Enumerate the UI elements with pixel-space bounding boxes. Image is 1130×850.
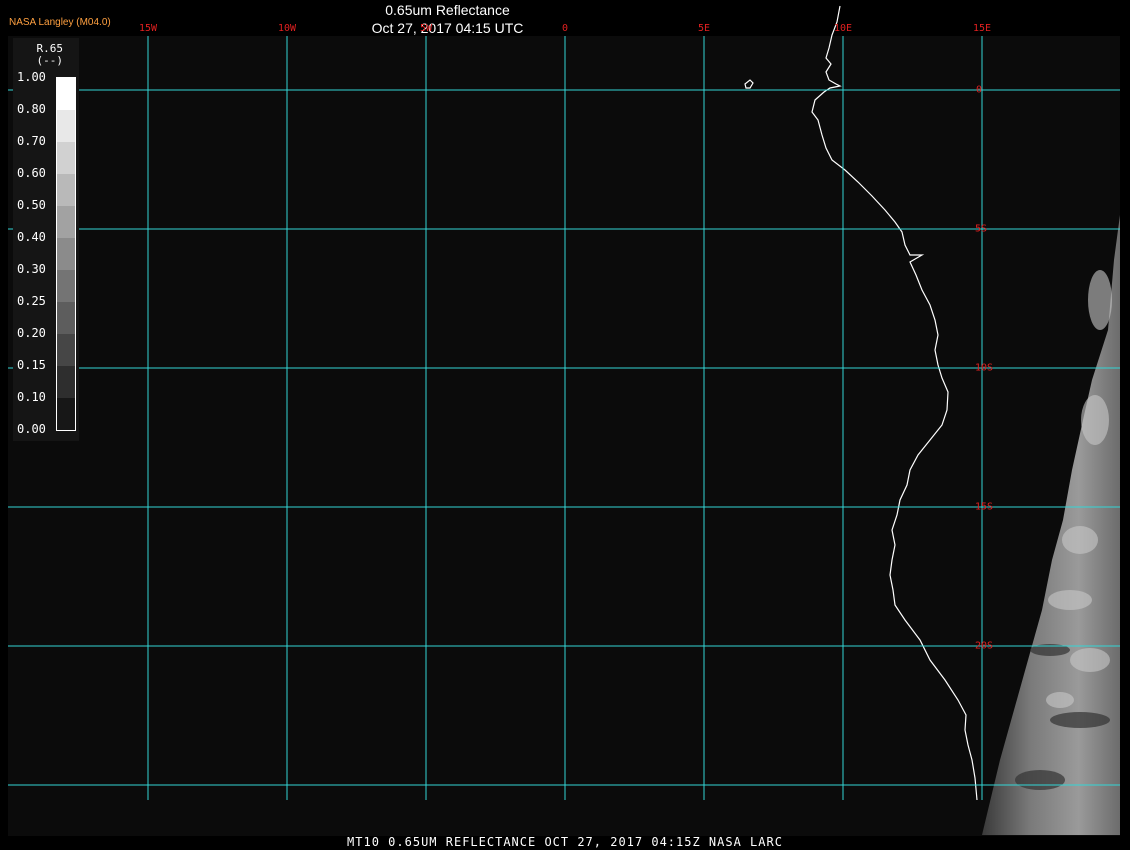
legend-swatch: [57, 398, 75, 430]
satellite-map: [0, 0, 1130, 850]
legend-tick-label: 0.60: [17, 166, 46, 180]
legend-swatch: [57, 334, 75, 366]
legend-tick-label: 0.25: [17, 294, 46, 308]
legend-tick-label: 0.50: [17, 198, 46, 212]
longitude-label: 15E: [972, 23, 992, 34]
longitude-label: 0: [561, 23, 569, 34]
longitude-label: 10W: [277, 23, 297, 34]
legend-swatch: [57, 206, 75, 238]
latitude-label: 20S: [975, 640, 994, 652]
legend-color-bar: [56, 77, 76, 431]
legend-swatch: [57, 366, 75, 398]
footer-caption: MT10 0.65UM REFLECTANCE OCT 27, 2017 04:…: [347, 835, 783, 849]
legend-tick-label: 1.00: [17, 70, 46, 84]
longitude-label: 5W: [419, 23, 433, 34]
latitude-label: 10S: [975, 362, 994, 374]
legend-swatch: [57, 142, 75, 174]
longitude-label: 10E: [833, 23, 853, 34]
latitude-label: 15S: [975, 501, 994, 513]
legend-tick-label: 0.00: [17, 422, 46, 436]
legend-tick-label: 0.80: [17, 102, 46, 116]
latitude-label: 0: [976, 84, 983, 96]
ocean-area: [8, 36, 1120, 836]
legend-swatch: [57, 270, 75, 302]
legend-tick-label: 0.70: [17, 134, 46, 148]
legend-tick-label: 0.20: [17, 326, 46, 340]
color-legend: R.65 (--) 1.00 0.80 0.70 0.60 0.50 0.40 0.30 0.…: [13, 38, 79, 441]
legend-swatch: [57, 78, 75, 110]
latitude-label: 5S: [975, 223, 988, 235]
legend-tick-label: 0.10: [17, 390, 46, 404]
longitude-label: 15W: [138, 23, 158, 34]
legend-tick-label: 0.30: [17, 262, 46, 276]
credit-label: NASA Langley (M04.0): [9, 17, 111, 28]
legend-swatch: [57, 110, 75, 142]
map-title: 0.65um Reflectance: [385, 2, 510, 18]
legend-swatch: [57, 174, 75, 206]
legend-swatch: [57, 302, 75, 334]
legend-tick-label: 0.40: [17, 230, 46, 244]
legend-units: (--): [36, 54, 64, 67]
legend-swatch: [57, 238, 75, 270]
legend-tick-label: 0.15: [17, 358, 46, 372]
longitude-label: 5E: [697, 23, 711, 34]
map-timestamp: Oct 27, 2017 04:15 UTC: [371, 20, 524, 36]
